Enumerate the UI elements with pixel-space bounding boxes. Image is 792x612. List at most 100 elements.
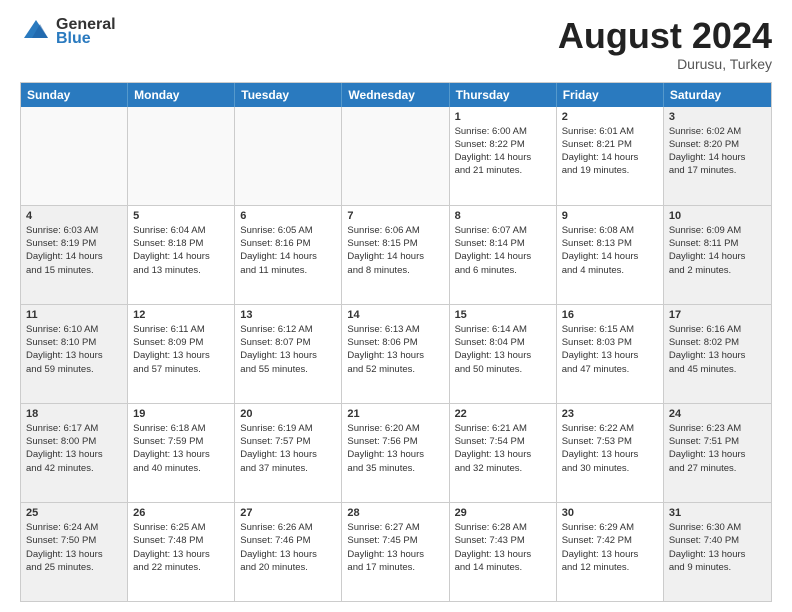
day-info: Sunrise: 6:03 AM Sunset: 8:19 PM Dayligh… bbox=[26, 224, 122, 277]
day-number: 31 bbox=[669, 507, 766, 519]
day-info: Sunrise: 6:02 AM Sunset: 8:20 PM Dayligh… bbox=[669, 125, 766, 178]
day-number: 8 bbox=[455, 210, 551, 222]
day-number: 16 bbox=[562, 309, 658, 321]
day-info: Sunrise: 6:11 AM Sunset: 8:09 PM Dayligh… bbox=[133, 323, 229, 376]
day-cell-3: 3Sunrise: 6:02 AM Sunset: 8:20 PM Daylig… bbox=[664, 107, 771, 205]
day-cell-10: 10 Sunrise: 6:09 AM Sunset: 8:11 PM Dayli… bbox=[664, 206, 771, 304]
week-row-1: 1 Sunrise: 6:00 AM Sunset: 8:22 PM Daylig… bbox=[21, 107, 771, 205]
day-cell-2: 2 Sunrise: 6:01 AM Sunset: 8:21 PM Daylig… bbox=[557, 107, 664, 205]
day-cell-4: 4 Sunrise: 6:03 AM Sunset: 8:19 PM Daylig… bbox=[21, 206, 128, 304]
day-cell-14: 14 Sunrise: 6:13 AM Sunset: 8:06 PM Dayli… bbox=[342, 305, 449, 403]
day-number: 15 bbox=[455, 309, 551, 321]
day-number: 17 bbox=[669, 309, 766, 321]
day-number: 1 bbox=[455, 111, 551, 123]
calendar-header: SundayMondayTuesdayWednesdayThursdayFrid… bbox=[21, 83, 771, 107]
day-number: 29 bbox=[455, 507, 551, 519]
day-cell-9: 9 Sunrise: 6:08 AM Sunset: 8:13 PM Daylig… bbox=[557, 206, 664, 304]
empty-cell bbox=[235, 107, 342, 205]
day-cell-30: 30 Sunrise: 6:29 AM Sunset: 7:42 PM Dayli… bbox=[557, 503, 664, 601]
day-number: 30 bbox=[562, 507, 658, 519]
month-title: August 2024 bbox=[558, 16, 772, 56]
day-cell-5: 5 Sunrise: 6:04 AM Sunset: 8:18 PM Daylig… bbox=[128, 206, 235, 304]
day-number: 7 bbox=[347, 210, 443, 222]
day-number: 12 bbox=[133, 309, 229, 321]
week-row-2: 4 Sunrise: 6:03 AM Sunset: 8:19 PM Daylig… bbox=[21, 205, 771, 304]
day-header-sunday: Sunday bbox=[21, 83, 128, 107]
day-number: 9 bbox=[562, 210, 658, 222]
calendar: SundayMondayTuesdayWednesdayThursdayFrid… bbox=[20, 82, 772, 602]
day-number: 13 bbox=[240, 309, 336, 321]
day-cell-19: 19Sunrise: 6:18 AM Sunset: 7:59 PM Dayli… bbox=[128, 404, 235, 502]
day-info: Sunrise: 6:15 AM Sunset: 8:03 PM Dayligh… bbox=[562, 323, 658, 376]
day-info: Sunrise: 6:23 AM Sunset: 7:51 PM Dayligh… bbox=[669, 422, 766, 475]
day-info: Sunrise: 6:14 AM Sunset: 8:04 PM Dayligh… bbox=[455, 323, 551, 376]
day-number: 28 bbox=[347, 507, 443, 519]
day-cell-7: 7Sunrise: 6:06 AM Sunset: 8:15 PM Daylig… bbox=[342, 206, 449, 304]
week-row-4: 18 Sunrise: 6:17 AM Sunset: 8:00 PM Dayli… bbox=[21, 403, 771, 502]
day-number: 26 bbox=[133, 507, 229, 519]
day-info: Sunrise: 6:30 AM Sunset: 7:40 PM Dayligh… bbox=[669, 521, 766, 574]
day-info: Sunrise: 6:10 AM Sunset: 8:10 PM Dayligh… bbox=[26, 323, 122, 376]
empty-cell bbox=[128, 107, 235, 205]
day-cell-26: 26 Sunrise: 6:25 AM Sunset: 7:48 PM Dayli… bbox=[128, 503, 235, 601]
day-number: 5 bbox=[133, 210, 229, 222]
day-cell-1: 1 Sunrise: 6:00 AM Sunset: 8:22 PM Daylig… bbox=[450, 107, 557, 205]
day-number: 18 bbox=[26, 408, 122, 420]
day-cell-11: 11 Sunrise: 6:10 AM Sunset: 8:10 PM Dayli… bbox=[21, 305, 128, 403]
day-info: Sunrise: 6:05 AM Sunset: 8:16 PM Dayligh… bbox=[240, 224, 336, 277]
day-info: Sunrise: 6:08 AM Sunset: 8:13 PM Dayligh… bbox=[562, 224, 658, 277]
location: Durusu, Turkey bbox=[558, 56, 772, 72]
day-number: 25 bbox=[26, 507, 122, 519]
day-number: 24 bbox=[669, 408, 766, 420]
day-cell-21: 21Sunrise: 6:20 AM Sunset: 7:56 PM Dayli… bbox=[342, 404, 449, 502]
day-number: 2 bbox=[562, 111, 658, 123]
day-info: Sunrise: 6:09 AM Sunset: 8:11 PM Dayligh… bbox=[669, 224, 766, 277]
day-cell-8: 8 Sunrise: 6:07 AM Sunset: 8:14 PM Daylig… bbox=[450, 206, 557, 304]
day-info: Sunrise: 6:18 AM Sunset: 7:59 PM Dayligh… bbox=[133, 422, 229, 475]
day-info: Sunrise: 6:07 AM Sunset: 8:14 PM Dayligh… bbox=[455, 224, 551, 277]
logo-icon bbox=[20, 16, 52, 48]
day-info: Sunrise: 6:17 AM Sunset: 8:00 PM Dayligh… bbox=[26, 422, 122, 475]
day-cell-27: 27Sunrise: 6:26 AM Sunset: 7:46 PM Dayli… bbox=[235, 503, 342, 601]
day-info: Sunrise: 6:20 AM Sunset: 7:56 PM Dayligh… bbox=[347, 422, 443, 475]
day-cell-22: 22Sunrise: 6:21 AM Sunset: 7:54 PM Dayli… bbox=[450, 404, 557, 502]
title-block: August 2024 Durusu, Turkey bbox=[558, 16, 772, 72]
day-info: Sunrise: 6:21 AM Sunset: 7:54 PM Dayligh… bbox=[455, 422, 551, 475]
page: General Blue August 2024 Durusu, Turkey … bbox=[0, 0, 792, 612]
logo: General Blue bbox=[20, 16, 116, 48]
day-header-thursday: Thursday bbox=[450, 83, 557, 107]
day-info: Sunrise: 6:01 AM Sunset: 8:21 PM Dayligh… bbox=[562, 125, 658, 178]
day-number: 20 bbox=[240, 408, 336, 420]
day-info: Sunrise: 6:04 AM Sunset: 8:18 PM Dayligh… bbox=[133, 224, 229, 277]
day-cell-15: 15 Sunrise: 6:14 AM Sunset: 8:04 PM Dayli… bbox=[450, 305, 557, 403]
day-cell-16: 16 Sunrise: 6:15 AM Sunset: 8:03 PM Dayli… bbox=[557, 305, 664, 403]
day-header-friday: Friday bbox=[557, 83, 664, 107]
day-info: Sunrise: 6:24 AM Sunset: 7:50 PM Dayligh… bbox=[26, 521, 122, 574]
day-cell-20: 20 Sunrise: 6:19 AM Sunset: 7:57 PM Dayli… bbox=[235, 404, 342, 502]
day-cell-13: 13 Sunrise: 6:12 AM Sunset: 8:07 PM Dayli… bbox=[235, 305, 342, 403]
day-info: Sunrise: 6:22 AM Sunset: 7:53 PM Dayligh… bbox=[562, 422, 658, 475]
week-row-5: 25 Sunrise: 6:24 AM Sunset: 7:50 PM Dayli… bbox=[21, 502, 771, 601]
day-number: 6 bbox=[240, 210, 336, 222]
day-info: Sunrise: 6:13 AM Sunset: 8:06 PM Dayligh… bbox=[347, 323, 443, 376]
day-info: Sunrise: 6:27 AM Sunset: 7:45 PM Dayligh… bbox=[347, 521, 443, 574]
day-cell-28: 28 Sunrise: 6:27 AM Sunset: 7:45 PM Dayli… bbox=[342, 503, 449, 601]
day-info: Sunrise: 6:12 AM Sunset: 8:07 PM Dayligh… bbox=[240, 323, 336, 376]
day-cell-25: 25 Sunrise: 6:24 AM Sunset: 7:50 PM Dayli… bbox=[21, 503, 128, 601]
day-header-monday: Monday bbox=[128, 83, 235, 107]
day-info: Sunrise: 6:00 AM Sunset: 8:22 PM Dayligh… bbox=[455, 125, 551, 178]
day-cell-31: 31 Sunrise: 6:30 AM Sunset: 7:40 PM Dayli… bbox=[664, 503, 771, 601]
day-cell-24: 24 Sunrise: 6:23 AM Sunset: 7:51 PM Dayli… bbox=[664, 404, 771, 502]
day-info: Sunrise: 6:29 AM Sunset: 7:42 PM Dayligh… bbox=[562, 521, 658, 574]
day-number: 10 bbox=[669, 210, 766, 222]
day-number: 4 bbox=[26, 210, 122, 222]
day-info: Sunrise: 6:25 AM Sunset: 7:48 PM Dayligh… bbox=[133, 521, 229, 574]
day-cell-17: 17 Sunrise: 6:16 AM Sunset: 8:02 PM Dayli… bbox=[664, 305, 771, 403]
calendar-body: 1 Sunrise: 6:00 AM Sunset: 8:22 PM Daylig… bbox=[21, 107, 771, 601]
day-number: 14 bbox=[347, 309, 443, 321]
day-cell-18: 18 Sunrise: 6:17 AM Sunset: 8:00 PM Dayli… bbox=[21, 404, 128, 502]
day-info: Sunrise: 6:19 AM Sunset: 7:57 PM Dayligh… bbox=[240, 422, 336, 475]
day-number: 11 bbox=[26, 309, 122, 321]
day-info: Sunrise: 6:16 AM Sunset: 8:02 PM Dayligh… bbox=[669, 323, 766, 376]
logo-text: General Blue bbox=[56, 16, 116, 48]
